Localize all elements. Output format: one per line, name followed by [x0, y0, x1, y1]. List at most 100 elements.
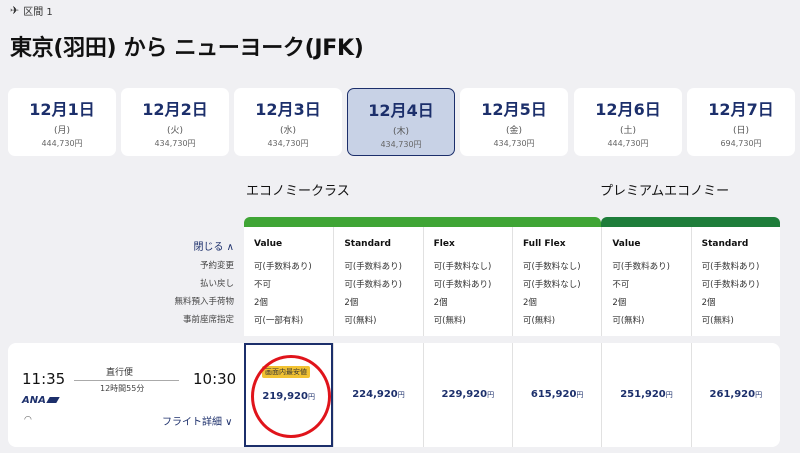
- fare-condition: 2個: [254, 298, 268, 308]
- fare-price-value: 229,920: [441, 389, 488, 400]
- airline-logo-text: ANA: [22, 395, 46, 406]
- fare-condition: 可(無料): [344, 316, 377, 326]
- fare-condition: 可(手数料なし): [522, 262, 581, 272]
- wifi-icon: ◠: [24, 415, 32, 425]
- fare-column: Flex 可(手数料なし) 可(手数料あり) 2個可(無料): [422, 227, 512, 336]
- fare-condition: 可(無料): [701, 316, 734, 326]
- fare-table: Value 可(手数料あり) 不可 2個可(一部有料) Standard 可(手数料あり)…: [244, 227, 780, 336]
- row-label-baggage: 無料預入手荷物: [174, 297, 234, 307]
- airline-logo-mark: [46, 397, 60, 403]
- plane-icon: ✈: [10, 4, 20, 17]
- date-day: 12月6日: [595, 100, 661, 119]
- fare-name: Value: [612, 239, 641, 249]
- date-price: 434,730円: [154, 139, 196, 148]
- segment-label-text: 区間 1: [23, 7, 53, 18]
- yen-unit: 円: [665, 391, 673, 399]
- fare-price-cell[interactable]: 224,920円: [333, 343, 422, 447]
- fare-condition: 可(手数料あり): [254, 262, 312, 272]
- flight-line: [74, 380, 179, 381]
- yen-unit: 円: [576, 391, 584, 399]
- fare-condition: 2個: [522, 298, 537, 308]
- close-toggle[interactable]: 閉じる ∧: [174, 238, 235, 259]
- date-day: 12月7日: [708, 100, 774, 119]
- date-price: 434,730円: [380, 140, 422, 149]
- date-card[interactable]: 12月4日 (木) 434,730円: [347, 88, 455, 156]
- fare-condition: 可(手数料あり): [433, 280, 492, 290]
- yen-unit: 円: [307, 393, 315, 401]
- fare-column: Value 可(手数料あり) 不可 2個 可(無料): [601, 227, 690, 336]
- row-label-seat: 事前座席指定: [182, 315, 234, 325]
- fare-column: Standard 可(手数料あり) 可(手数料あり) 2個 可(無料): [333, 227, 422, 336]
- date-price: 444,730円: [607, 139, 649, 148]
- fare-price-value: 261,920: [709, 389, 756, 400]
- fare-column: Standard 可(手数料あり) 可(手数料あり) 2個可(無料): [690, 227, 780, 336]
- fare-condition: 2個: [701, 298, 716, 308]
- fare-price: 219,920円: [246, 391, 331, 402]
- premium-cabin-title: プレミアムエコノミー: [600, 184, 730, 199]
- date-card[interactable]: 12月7日 (日) 694,730円: [687, 88, 795, 156]
- date-price: 434,730円: [493, 139, 535, 148]
- row-labels: 閉じる ∧ 予約変更 払い戻し 無料預入手荷物 事前座席指定: [174, 238, 234, 331]
- flight-duration: 12時間55分: [100, 384, 145, 393]
- departure-time: 11:35: [22, 370, 66, 388]
- date-day: 12月2日: [142, 100, 208, 119]
- fare-condition: 可(手数料あり): [344, 262, 402, 272]
- airline-logo: ANA: [22, 395, 60, 406]
- fare-price-cell[interactable]: 615,920円: [511, 343, 601, 447]
- fare-name: Full Flex: [522, 239, 566, 249]
- fare-price-value: 219,920: [262, 391, 308, 402]
- date-price: 434,730円: [267, 139, 309, 148]
- fare-column: Full Flex 可(手数料なし) 可(手数料なし) 2個 可(無料): [511, 227, 601, 336]
- fare-price: 229,920円: [424, 389, 512, 400]
- fare-condition: 可(一部有料): [254, 316, 304, 326]
- fare-price-cell[interactable]: 画面内最安値 219,920円: [244, 343, 334, 447]
- segment-label: ✈ 区間 1: [10, 3, 53, 18]
- fare-condition: 可(手数料なし): [433, 262, 492, 272]
- date-card[interactable]: 12月1日 (月) 444,730円: [8, 88, 116, 156]
- date-card[interactable]: 12月5日 (金) 434,730円: [460, 88, 568, 156]
- date-price: 444,730円: [41, 139, 83, 148]
- date-day: 12月3日: [255, 100, 321, 119]
- fare-price-cell[interactable]: 229,920円: [422, 343, 512, 447]
- date-weekday: (金): [505, 126, 523, 136]
- economy-cabin-title: エコノミークラス: [246, 184, 350, 199]
- date-day: 12月5日: [481, 100, 547, 119]
- arrival-time: 10:30: [193, 370, 237, 388]
- fare-name: Flex: [433, 239, 455, 249]
- fare-condition: 可(手数料あり): [612, 262, 670, 272]
- date-weekday: (水): [279, 126, 297, 136]
- date-card[interactable]: 12月2日 (火) 434,730円: [121, 88, 229, 156]
- fare-condition: 可(無料): [433, 316, 466, 326]
- fare-price: 615,920円: [513, 389, 601, 400]
- fare-condition: 2個: [433, 298, 448, 308]
- fare-name: Value: [254, 239, 283, 249]
- date-weekday: (日): [732, 126, 750, 136]
- date-card[interactable]: 12月3日 (水) 434,730円: [234, 88, 342, 156]
- date-weekday: (月): [53, 126, 71, 136]
- date-price: 694,730円: [720, 139, 762, 148]
- flight-row: 11:35 直行便 12時間55分 10:30 ANA ◠ フライト詳細 ∨ 画…: [8, 343, 780, 447]
- date-weekday: (木): [392, 127, 410, 137]
- date-weekday: (土): [619, 126, 637, 136]
- fare-price: 224,920円: [334, 389, 422, 400]
- fare-price-value: 224,920: [352, 389, 398, 400]
- fare-condition: 不可: [612, 280, 630, 290]
- row-label-refund: 払い戻し: [199, 279, 234, 289]
- fare-condition: 可(手数料あり): [701, 280, 760, 290]
- fare-column: Value 可(手数料あり) 不可 2個可(一部有料): [244, 227, 333, 336]
- fare-name: Standard: [701, 239, 749, 249]
- fare-condition: 可(手数料あり): [701, 262, 760, 272]
- fare-price-value: 615,920: [530, 389, 577, 400]
- fare-condition: 不可: [254, 280, 272, 290]
- yen-unit: 円: [487, 391, 495, 399]
- date-card[interactable]: 12月6日 (土) 444,730円: [574, 88, 682, 156]
- fare-price-cell[interactable]: 251,920円: [601, 343, 690, 447]
- fare-price-value: 251,920: [620, 389, 666, 400]
- date-weekday: (火): [166, 126, 184, 136]
- flight-details-link[interactable]: フライト詳細 ∨: [162, 413, 233, 428]
- fare-condition: 2個: [344, 298, 359, 308]
- fare-price-cell[interactable]: 261,920円: [690, 343, 780, 447]
- yen-unit: 円: [755, 391, 763, 399]
- fare-name: Standard: [344, 239, 391, 249]
- fare-condition: 可(手数料なし): [522, 280, 581, 290]
